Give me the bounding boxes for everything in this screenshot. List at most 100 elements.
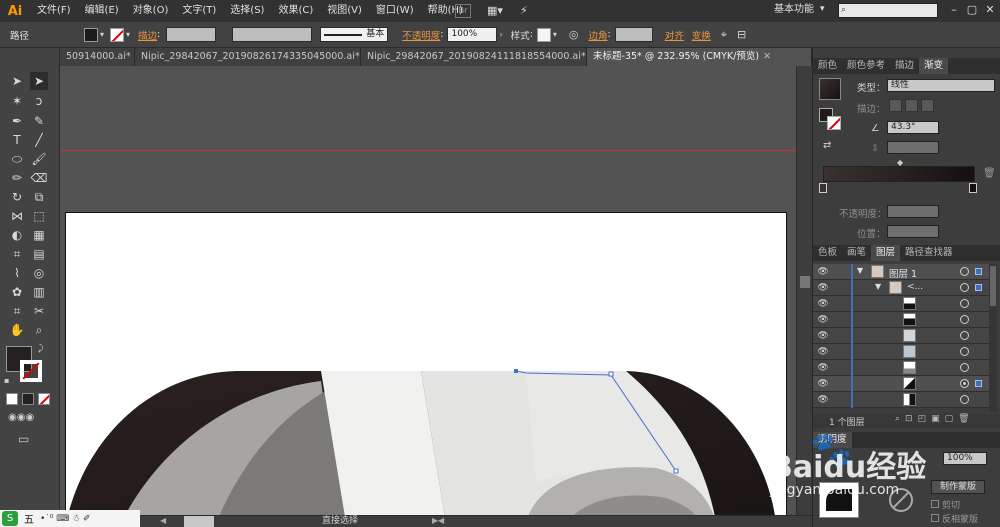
invert-mask-checkbox-row[interactable]: 反相蒙版 <box>931 512 978 525</box>
gradient-stop-left[interactable] <box>819 183 827 193</box>
menu-window[interactable]: 窗口(W) <box>369 0 421 22</box>
opacity-field[interactable]: 100% <box>447 27 498 42</box>
target-icon[interactable] <box>960 299 969 308</box>
curvature-tool-icon[interactable]: ✎ <box>30 112 48 130</box>
hand-tool-icon[interactable]: ✋ <box>8 321 26 339</box>
tab-transparency[interactable]: 透明度 <box>813 432 852 448</box>
tab-document-3[interactable]: Nipic_29842067_20190824111818554000.ai*✕ <box>361 48 587 66</box>
eye-icon[interactable]: 👁 <box>817 314 829 326</box>
eye-icon[interactable]: 👁 <box>817 346 829 358</box>
column-graph-tool-icon[interactable]: ▥ <box>30 283 48 301</box>
minimize-icon[interactable]: – <box>946 2 962 18</box>
make-mask-button[interactable]: 制作蒙版 <box>931 480 985 494</box>
isolate-icon[interactable]: ⌖ <box>721 28 727 42</box>
style-dropdown-icon[interactable]: ▾ <box>553 30 557 39</box>
prev-artboard-icon[interactable]: ◀ <box>160 516 166 525</box>
tab-close-icon[interactable]: ✕ <box>763 51 771 62</box>
drawing-modes-icon[interactable]: ◉◉◉ <box>8 412 34 423</box>
expand-arrow-icon[interactable]: ▼ <box>875 282 881 291</box>
eye-icon[interactable]: 👁 <box>817 362 829 374</box>
selection-indicator[interactable] <box>975 380 982 387</box>
free-transform-tool-icon[interactable]: ⬚ <box>30 207 48 225</box>
tab-color-guide[interactable]: 颜色参考 <box>842 58 890 74</box>
reverse-gradient-icon[interactable]: ⇄ <box>823 140 831 151</box>
selection-indicator[interactable] <box>975 268 982 275</box>
default-colors-icon[interactable]: ▪ <box>4 376 9 385</box>
corner-radius-field[interactable] <box>614 27 653 42</box>
tab-document-2[interactable]: Nipic_29842067_20190826174335045000.ai*✕ <box>135 48 361 66</box>
stroke-color-swatch[interactable] <box>20 360 42 382</box>
none-mode-button[interactable] <box>38 393 50 405</box>
layer-row[interactable]: 👁 <box>813 328 997 344</box>
color-mode-button[interactable] <box>6 393 18 405</box>
eye-icon[interactable]: 👁 <box>817 298 829 310</box>
fill-swatch[interactable] <box>84 27 98 42</box>
target-icon[interactable] <box>960 267 969 276</box>
gradient-angle-field[interactable]: 43.3° <box>887 121 939 134</box>
zoom-tool-icon[interactable]: ⌕ <box>30 321 48 339</box>
paintbrush-tool-icon[interactable]: 🖌 <box>30 150 48 168</box>
layers-scrollbar[interactable] <box>989 264 997 412</box>
opacity-stepper-icon[interactable]: › <box>499 30 502 39</box>
layer-row[interactable]: 👁 <box>813 344 997 360</box>
lasso-tool-icon[interactable]: ↄ <box>30 92 48 110</box>
tab-stroke[interactable]: 描边 <box>890 58 919 74</box>
eye-icon[interactable]: 👁 <box>817 330 829 342</box>
stroke-style-field[interactable]: 基本 <box>320 27 389 42</box>
eye-icon[interactable]: 👁 <box>817 266 829 278</box>
perspective-grid-tool-icon[interactable]: ▦ <box>30 226 48 244</box>
artboard[interactable] <box>65 212 787 515</box>
gradient-preview-swatch[interactable] <box>819 78 841 100</box>
workspace-dropdown-icon[interactable]: ▾ <box>820 4 825 14</box>
transform-button[interactable]: 变换 <box>692 28 711 42</box>
gradient-stop-right[interactable] <box>969 183 977 193</box>
ime-mode-label[interactable]: 五 <box>24 511 34 526</box>
tab-color[interactable]: 颜色 <box>813 58 842 74</box>
graphic-style-swatch[interactable] <box>536 27 551 42</box>
eye-icon[interactable]: 👁 <box>817 378 829 390</box>
scale-tool-icon[interactable]: ⧉ <box>30 188 48 206</box>
close-icon[interactable]: ✕ <box>982 2 998 18</box>
menu-file[interactable]: 文件(F) <box>30 0 78 22</box>
layer-row[interactable]: 👁 <box>813 296 997 312</box>
stroke-weight-field[interactable] <box>166 27 217 42</box>
eraser-tool-icon[interactable]: ⌫ <box>30 169 48 187</box>
group-name[interactable]: <... <box>907 282 923 292</box>
target-icon[interactable] <box>960 315 969 324</box>
variable-width-field[interactable] <box>232 27 313 42</box>
target-icon[interactable] <box>960 331 969 340</box>
stroke-label[interactable]: 描边 <box>138 28 157 42</box>
menu-type[interactable]: 文字(T) <box>175 0 223 22</box>
symbol-sprayer-tool-icon[interactable]: ✿ <box>8 283 26 301</box>
layer-row[interactable]: 👁 ▼ 图层 1 <box>813 264 997 280</box>
screen-mode-icon[interactable]: ▭ <box>18 432 29 446</box>
workspace-switcher[interactable]: 基本功能 <box>774 0 814 20</box>
gradient-fill-stroke-swatch[interactable] <box>819 108 841 130</box>
stroke-gradient-buttons[interactable] <box>889 99 937 112</box>
maximize-icon[interactable]: ▢ <box>964 2 980 18</box>
swap-fill-stroke-icon[interactable]: ⤸ <box>38 344 43 354</box>
tab-document-1[interactable]: 50914000.ai*✕ <box>60 48 135 66</box>
arrange-documents-icon[interactable]: ▦▾ <box>487 4 507 18</box>
bridge-button[interactable]: Br <box>455 4 471 18</box>
layer-row[interactable]: 👁 <box>813 312 997 328</box>
pencil-tool-icon[interactable]: ✏ <box>8 169 26 187</box>
corner-label[interactable]: 边角 <box>589 28 608 42</box>
no-mask-icon[interactable] <box>889 488 913 512</box>
menu-effect[interactable]: 效果(C) <box>271 0 320 22</box>
clip-checkbox[interactable] <box>931 500 939 508</box>
direct-selection-tool-icon[interactable]: ➤ <box>30 72 48 90</box>
artwork[interactable] <box>66 213 787 515</box>
canvas-area[interactable] <box>60 66 796 515</box>
artboard-tool-icon[interactable]: ⌗ <box>8 302 26 320</box>
menu-select[interactable]: 选择(S) <box>223 0 271 22</box>
gpu-performance-icon[interactable]: ⚡ <box>520 4 536 18</box>
clip-checkbox-row[interactable]: 剪切 <box>931 498 960 511</box>
type-tool-icon[interactable]: T <box>8 131 26 149</box>
opacity-label[interactable]: 不透明度 <box>402 28 440 42</box>
selection-tool-icon[interactable]: ➤ <box>8 72 26 90</box>
menu-edit[interactable]: 编辑(E) <box>78 0 126 22</box>
tab-brushes[interactable]: 画笔 <box>842 245 871 261</box>
layer-name[interactable]: 图层 1 <box>889 266 917 280</box>
menu-view[interactable]: 视图(V) <box>320 0 369 22</box>
